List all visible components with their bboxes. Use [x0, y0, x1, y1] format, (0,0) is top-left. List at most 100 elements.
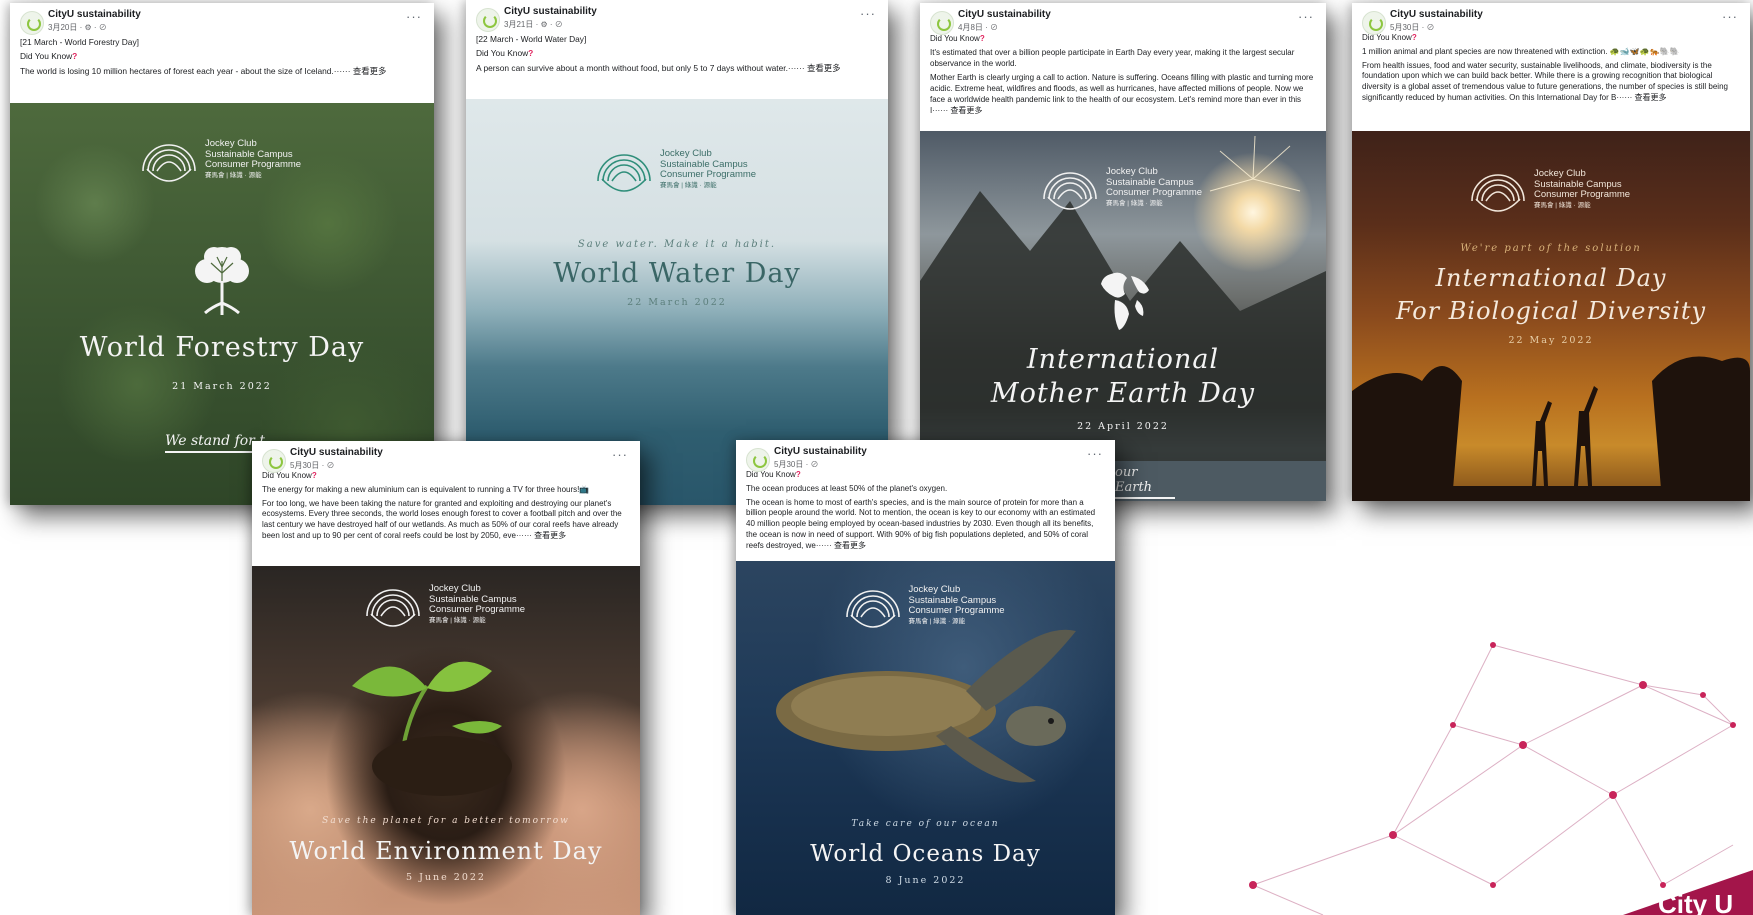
logo-emblem-icon	[1471, 174, 1525, 212]
post-header: CityU sustainability 3月20日 · ⚙ · ⊘ ···	[10, 3, 434, 37]
logo-line: Jockey Club	[1106, 166, 1158, 177]
logo-line: Consumer Programme	[908, 605, 1005, 616]
question-mark-icon: ?	[795, 470, 801, 479]
logo-line: 賽馬會 | 綠識 · 源能	[429, 616, 486, 624]
post-title: World Environment Day	[289, 837, 603, 865]
post-heading-line: [22 March - World Water Day]	[476, 34, 587, 44]
post-body: It's estimated that over a billion peopl…	[930, 48, 1295, 68]
post-image[interactable]: Jockey Club Sustainable Campus Consumer …	[736, 561, 1115, 915]
post-forestry[interactable]: CityU sustainability 3月20日 · ⚙ · ⊘ ··· […	[10, 3, 434, 505]
logo-line: Jockey Club	[660, 148, 712, 159]
post-title: World Water Day	[553, 258, 801, 289]
post-title-line1: International Day	[1435, 264, 1667, 292]
post-date[interactable]: 5月30日 · ⊘	[1390, 22, 1434, 33]
page-avatar[interactable]	[20, 11, 44, 35]
post-text: Did You Know? The ocean produces at leas…	[736, 470, 1115, 552]
event-date: 5 June 2022	[406, 872, 486, 883]
post-body-more: The ocean is home to most of earth's spe…	[746, 497, 1096, 550]
page-name[interactable]: CityU sustainability	[774, 446, 867, 457]
question-mark-icon: ?	[1411, 33, 1417, 42]
post-biodiversity-day[interactable]: CityU sustainability 5月30日 · ⊘ ··· Did Y…	[1352, 3, 1750, 501]
post-date[interactable]: 3月21日 · ⚙ · ⊘	[504, 19, 563, 30]
post-environment-day[interactable]: CityU sustainability 5月30日 · ⊘ ··· Did Y…	[252, 441, 640, 915]
post-body: The world is losing 10 million hectares …	[20, 65, 387, 76]
programme-logo: Jockey Club Sustainable Campus Consumer …	[841, 579, 1011, 635]
logo-line: 賽馬會 | 綠識 · 源能	[205, 171, 262, 179]
post-tagline: We're part of the solution	[1460, 243, 1642, 254]
post-text: Did You Know? The energy for making a ne…	[252, 471, 640, 542]
page-avatar[interactable]	[476, 8, 500, 32]
logo-line: 賽馬會 | 綠識 · 源能	[660, 181, 717, 189]
post-date[interactable]: 5月30日 · ⊘	[290, 460, 334, 471]
post-image[interactable]: Jockey Club Sustainable Campus Consumer …	[1352, 131, 1750, 501]
post-text: [22 March - World Water Day] Did You Kno…	[466, 34, 888, 74]
post-text: Did You Know? 1 million animal and plant…	[1352, 33, 1750, 104]
programme-logo: Jockey Club Sustainable Campus Consumer …	[592, 143, 762, 199]
logo-line: Consumer Programme	[1106, 187, 1203, 198]
post-body: 1 million animal and plant species are n…	[1362, 46, 1680, 56]
logo-line: Jockey Club	[908, 584, 961, 595]
question-mark-icon: ?	[979, 34, 985, 43]
post-title-line1: International	[1026, 344, 1220, 375]
post-header: CityU sustainability 5月30日 · ⊘ ···	[736, 440, 1115, 472]
post-date[interactable]: 3月20日 · ⚙ · ⊘	[48, 22, 107, 33]
logo-line: 賽馬會 | 綠識 · 源能	[1106, 199, 1163, 207]
logo-line: Consumer Programme	[1534, 189, 1631, 200]
post-body: The ocean produces at least 50% of the p…	[746, 483, 948, 493]
logo-line: 賽馬會 | 綠識 · 源能	[908, 617, 966, 625]
tree-icon	[195, 247, 249, 315]
page-name[interactable]: CityU sustainability	[290, 447, 383, 458]
programme-logo: Jockey Club Sustainable Campus Consumer …	[1038, 161, 1208, 217]
more-options-icon[interactable]: ···	[1722, 9, 1738, 24]
logo-line: Jockey Club	[1534, 168, 1586, 179]
brand-corner-text: City U	[1658, 889, 1733, 915]
post-heading-line: [21 March - World Forestry Day]	[20, 37, 139, 47]
post-body-more: From health issues, food and water secur…	[1362, 60, 1728, 102]
did-you-know-label: Did You Know	[20, 51, 73, 62]
post-body-more: Mother Earth is clearly urging a call to…	[930, 73, 1314, 115]
post-oceans-day[interactable]: CityU sustainability 5月30日 · ⊘ ··· Did Y…	[736, 440, 1115, 915]
page-name[interactable]: CityU sustainability	[958, 9, 1051, 20]
more-options-icon[interactable]: ···	[1298, 9, 1314, 24]
logo-emblem-icon	[142, 144, 196, 182]
globe-icon	[1101, 272, 1149, 330]
page-name[interactable]: CityU sustainability	[504, 6, 597, 17]
did-you-know-label: Did You Know	[476, 48, 529, 59]
page-name[interactable]: CityU sustainability	[48, 9, 141, 20]
more-options-icon[interactable]: ···	[406, 9, 422, 24]
post-text: [21 March - World Forestry Day] Did You …	[10, 37, 434, 77]
post-title-line2: For Biological Diversity	[1395, 297, 1707, 325]
logo-line: 賽馬會 | 綠識 · 源能	[1534, 201, 1591, 209]
post-header: CityU sustainability 3月21日 · ⚙ · ⊘ ···	[466, 0, 888, 34]
more-options-icon[interactable]: ···	[1087, 446, 1103, 461]
post-tagline: Take care of our ocean	[851, 819, 1000, 829]
post-image[interactable]: Jockey Club Sustainable Campus Consumer …	[252, 566, 640, 915]
more-options-icon[interactable]: ···	[860, 6, 876, 21]
page-name[interactable]: CityU sustainability	[1390, 9, 1483, 20]
question-mark-icon: ?	[311, 471, 317, 480]
post-date[interactable]: 4月8日 · ⊘	[958, 22, 998, 33]
page-avatar[interactable]	[262, 449, 286, 473]
post-title: World Forestry Day	[79, 332, 365, 363]
post-mother-earth-day[interactable]: CityU sustainability 4月8日 · ⊘ ··· Did Yo…	[920, 3, 1326, 501]
post-title-line2: Mother Earth Day	[990, 378, 1256, 409]
more-options-icon[interactable]: ···	[612, 447, 628, 462]
logo-line: Consumer Programme	[429, 604, 526, 615]
post-water-day[interactable]: CityU sustainability 3月21日 · ⚙ · ⊘ ··· […	[466, 0, 888, 505]
page-avatar[interactable]	[930, 11, 954, 35]
network-graphic: City U	[1249, 642, 1753, 915]
post-header: CityU sustainability 5月30日 · ⊘ ···	[1352, 3, 1750, 35]
post-body-more: For too long, we have been taking the na…	[262, 498, 622, 540]
post-header: CityU sustainability 5月30日 · ⊘ ···	[252, 441, 640, 473]
logo-emblem-icon	[366, 589, 420, 627]
post-date[interactable]: 5月30日 · ⊘	[774, 459, 818, 470]
post-body: A person can survive about a month witho…	[476, 62, 841, 73]
event-date: 8 June 2022	[885, 875, 966, 886]
post-text: Did You Know? It's estimated that over a…	[920, 33, 1326, 116]
page-avatar[interactable]	[746, 448, 770, 472]
question-mark-icon: ?	[72, 51, 78, 62]
programme-logo: Jockey Club Sustainable Campus Consumer …	[137, 133, 307, 189]
logo-line: Jockey Club	[429, 583, 481, 594]
logo-line: Jockey Club	[205, 138, 257, 149]
page-avatar[interactable]	[1362, 11, 1386, 35]
